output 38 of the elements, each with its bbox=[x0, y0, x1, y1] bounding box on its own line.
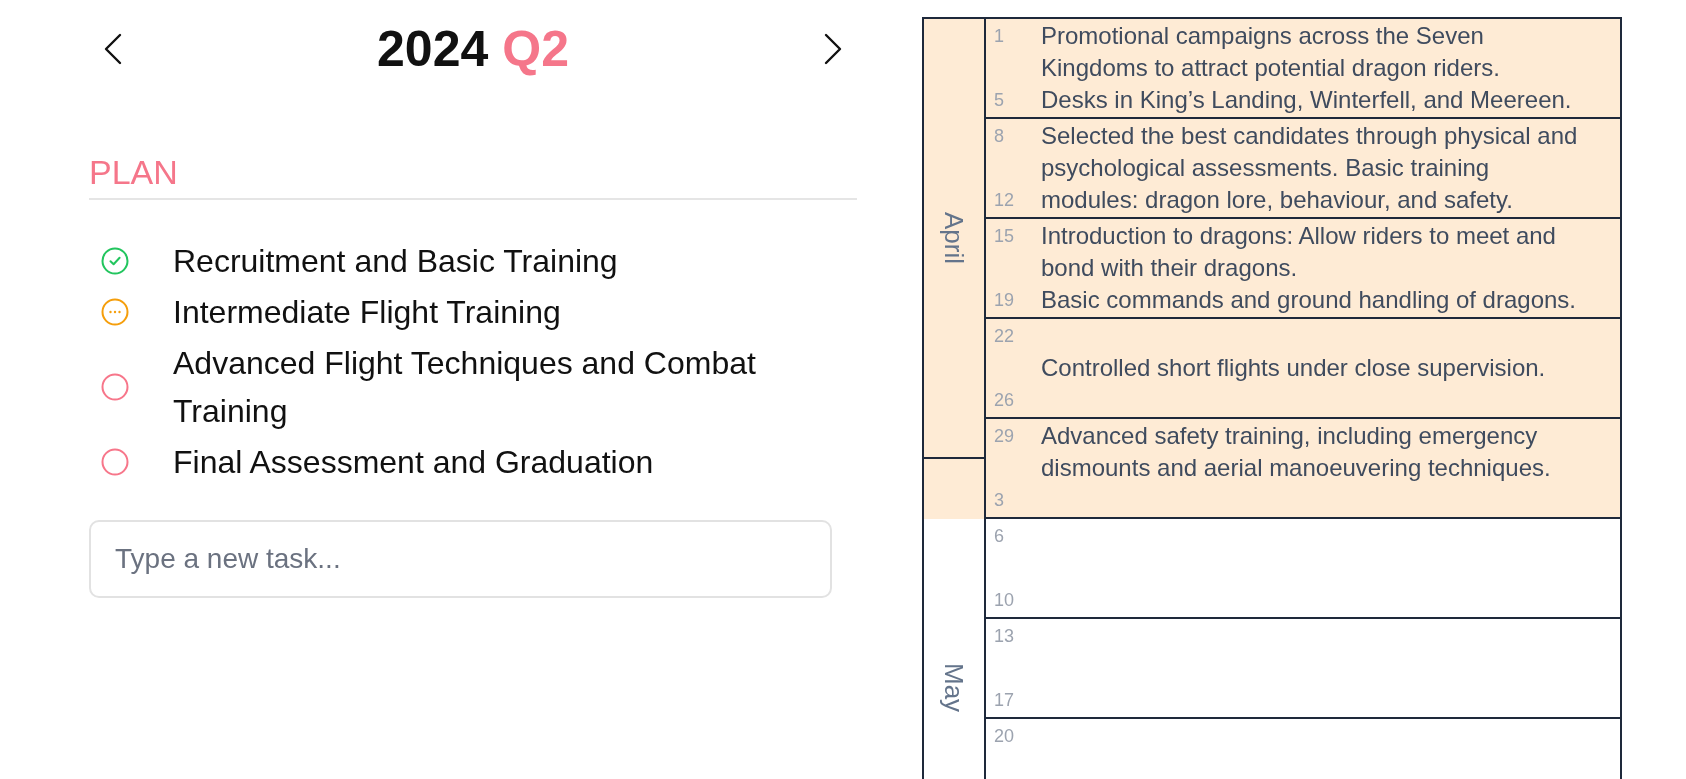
day-number: 8 bbox=[994, 125, 1004, 148]
month-label: April bbox=[941, 212, 967, 264]
section-heading: PLAN bbox=[89, 152, 179, 192]
day-number: 20 bbox=[994, 725, 1015, 748]
ellipsis-circle-icon[interactable] bbox=[101, 298, 129, 326]
week-note: Advanced safety training, including emergency dismounts and aerial manoeuvering techniques. bbox=[1041, 421, 1552, 483]
day-number: 26 bbox=[994, 389, 1015, 412]
task-label: Recruitment and Basic Training bbox=[173, 242, 618, 281]
chevron-right-icon bbox=[823, 33, 843, 65]
new-task-input[interactable]: Type a new task... bbox=[89, 520, 832, 598]
week-note: Desks in King’s Landing, Winterfell, and Meereen. bbox=[1041, 85, 1572, 115]
day-number: 12 bbox=[994, 189, 1015, 212]
task-label: Advanced Flight Techniques and Combat Training bbox=[173, 344, 757, 431]
day-number: 29 bbox=[994, 425, 1015, 448]
task-label: Intermediate Flight Training bbox=[173, 293, 561, 332]
empty-circle-icon[interactable] bbox=[101, 448, 129, 476]
empty-circle-icon[interactable] bbox=[101, 373, 129, 401]
day-number: 22 bbox=[994, 325, 1015, 348]
year-title: 2024 bbox=[377, 24, 489, 74]
month-label: May bbox=[941, 663, 967, 713]
week-note: Controlled short flights under close supervision. bbox=[1041, 353, 1546, 383]
week-note: Basic commands and ground handling of dragons. bbox=[1041, 285, 1576, 315]
day-number: 5 bbox=[994, 89, 1004, 112]
day-number: 15 bbox=[994, 225, 1015, 248]
day-number: 13 bbox=[994, 625, 1015, 648]
week-note: Promotional campaigns across the Seven Kingdoms to attract potential dragon riders. bbox=[1041, 21, 1501, 83]
day-number: 17 bbox=[994, 689, 1015, 712]
day-number: 3 bbox=[994, 489, 1004, 512]
week-note: Introduction to dragons: Allow riders to meet and bond with their dragons. bbox=[1041, 221, 1557, 283]
quarter-title: Q2 bbox=[502, 24, 569, 74]
day-number: 19 bbox=[994, 289, 1015, 312]
week-note: Selected the best candidates through physical and psychological assessments. Basic training modules: dragon lore, behaviour, and safety. bbox=[1041, 121, 1579, 215]
day-number: 1 bbox=[994, 25, 1004, 48]
task-label: Final Assessment and Graduation bbox=[173, 443, 654, 482]
chevron-left-icon bbox=[103, 33, 123, 65]
check-circle-icon[interactable] bbox=[101, 247, 129, 275]
day-number: 6 bbox=[994, 525, 1004, 548]
day-number: 10 bbox=[994, 589, 1015, 612]
